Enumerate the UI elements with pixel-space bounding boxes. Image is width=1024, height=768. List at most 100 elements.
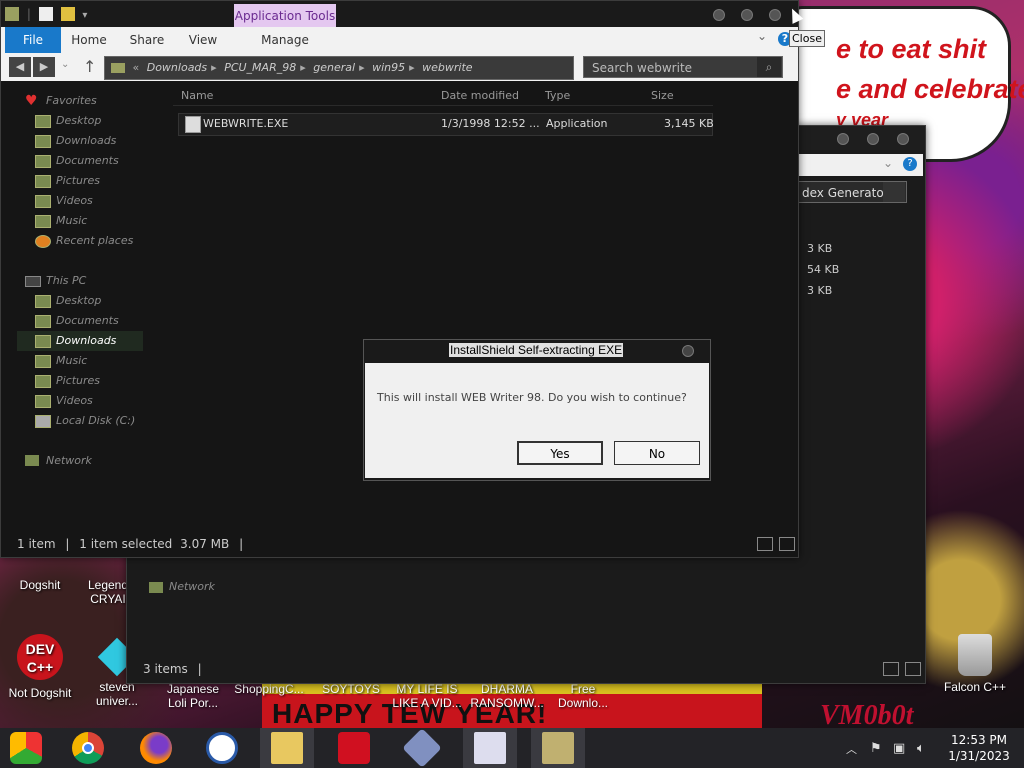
nav-this-pc[interactable]: This PC [25,271,86,291]
flag-icon[interactable]: ⚑ [870,741,882,756]
close-icon[interactable] [769,9,781,21]
large-icons-view-icon[interactable] [779,537,795,551]
up-arrow-icon[interactable]: ↑ [83,57,96,76]
chevron-down-icon[interactable]: ⌄ [757,29,767,43]
nav-pc-pictures[interactable]: Pictures [35,371,100,391]
desktop-icon-my-life[interactable]: MY LIFE IS LIKE A VID... [390,682,464,710]
firefox-icon[interactable] [140,732,172,764]
desktop-icon-not-dogshit[interactable]: DEV C++ Not Dogshit [3,634,77,700]
show-hidden-icons-icon[interactable]: ︿ [846,741,857,757]
back-arrow-icon[interactable]: ◀ [9,57,31,77]
volume-icon[interactable]: 🔈︎ [917,741,925,756]
videos-folder-icon [35,195,51,208]
nav-pc-local-disk[interactable]: Local Disk (C:) [35,411,135,431]
breadcrumb-webwrite[interactable]: webwrite [422,61,472,74]
network-icon[interactable]: ▣ [893,741,905,756]
close-icon[interactable] [682,345,694,357]
column-size[interactable]: Size [651,89,674,102]
chevron-down-icon[interactable]: ⌄ [883,156,893,170]
tab-home[interactable]: Home [67,27,111,53]
nav-fav-desktop[interactable]: Desktop [35,111,101,131]
file-name: WEBWRITE.EXE [203,117,289,130]
obama-icon[interactable] [206,732,238,764]
details-view-icon[interactable] [757,537,773,551]
nav-pc-downloads[interactable]: Downloads [17,331,143,351]
nav-fav-recent-places[interactable]: Recent places [35,231,133,251]
tab-manage[interactable]: Manage [234,27,336,53]
nav-fav-videos[interactable]: Videos [35,191,93,211]
back-nav-network[interactable]: Network [149,580,215,593]
column-type[interactable]: Type [545,89,570,102]
file-explorer-icon[interactable] [271,732,303,764]
dialog-body: This will install WEB Writer 98. Do you … [365,363,709,478]
nav-pc-videos[interactable]: Videos [35,391,93,411]
desktop-icon-dogshit[interactable]: Dogshit [3,578,77,592]
no-button[interactable]: No [614,441,700,465]
installer-icon[interactable] [542,732,574,764]
back-address-bar[interactable]: ⌄ ? [787,154,923,176]
close-icon[interactable] [897,133,909,145]
tab-share[interactable]: Share [125,27,169,53]
nav-fav-documents[interactable]: Documents [35,151,119,171]
pictures-folder-icon [35,175,51,188]
desktop-icon-soytoys[interactable]: SOYTOYS [314,682,388,696]
recent-locations-icon[interactable]: ⌄ [61,59,69,70]
back-view-icons[interactable] [877,662,921,679]
nav-network[interactable]: Network [25,451,92,471]
dialog-titlebar[interactable]: InstallShield Self-extracting EXE [364,340,710,362]
downloads-folder-icon [35,335,51,348]
desktop-icon-japanese[interactable]: Japanese Loli Por... [156,682,230,710]
nav-fav-pictures[interactable]: Pictures [35,171,100,191]
properties-icon[interactable] [38,7,53,21]
maximize-icon[interactable] [867,133,879,145]
desktop-icon-free-download[interactable]: Free Downlo... [546,682,620,710]
installshield-dialog[interactable]: InstallShield Self-extracting EXE This w… [363,339,711,481]
window-icon [5,7,19,21]
minimize-icon[interactable] [713,9,725,21]
breadcrumb-win95[interactable]: win95 [372,61,405,74]
details-view-icon[interactable] [883,662,899,676]
yes-button[interactable]: Yes [517,441,603,465]
nav-pc-music[interactable]: Music [35,351,87,371]
address-bar[interactable]: « Downloads ▸ PCU_MAR_98 ▸ general ▸ win95 ▸… [104,56,574,80]
file-row[interactable]: WEBWRITE.EXE 1/3/1998 12:52 ... Applicat… [178,113,714,136]
forward-arrow-icon[interactable]: ▶ [33,57,55,77]
explorer-titlebar[interactable]: | ▾ Application Tools [1,1,798,28]
nav-favorites[interactable]: ♥ Favorites [25,91,97,111]
tab-file[interactable]: File [5,27,61,53]
new-folder-icon[interactable] [60,7,75,21]
desktop-icon-recycle-bin[interactable]: Falcon C++ [938,634,1012,694]
nav-fav-music[interactable]: Music [35,211,87,231]
nav-fav-downloads[interactable]: Downloads [35,131,116,151]
breadcrumb-general[interactable]: general [313,61,355,74]
search-input[interactable]: Search webwrite [583,56,783,78]
column-date-modified[interactable]: Date modified [441,89,519,102]
clock[interactable]: 12:53 PM 1/31/2023 [940,732,1018,764]
chrome-remote-icon[interactable] [10,732,42,764]
minimize-icon[interactable] [837,133,849,145]
nav-pc-desktop[interactable]: Desktop [35,291,101,311]
column-headers: Name Date modified Type Size [173,87,713,106]
search-icon[interactable]: ⌕ [757,57,781,77]
large-icons-view-icon[interactable] [905,662,921,676]
chrome-icon[interactable] [72,732,104,764]
search-icon[interactable] [883,182,905,202]
diamond-app-icon[interactable] [402,728,442,768]
music-folder-icon [35,215,51,228]
tab-view[interactable]: View [183,27,223,53]
file-date: 1/3/1998 12:52 ... [441,117,540,130]
nav-pc-documents[interactable]: Documents [35,311,119,331]
status-bar: 1 item | 1 item selected 3.07 MB | [17,537,244,551]
maximize-icon[interactable] [741,9,753,21]
word-doc-icon[interactable] [474,732,506,764]
dialog-message: This will install WEB Writer 98. Do you … [377,391,687,404]
column-name[interactable]: Name [181,89,213,102]
chevron-down-icon[interactable]: ▾ [82,10,87,21]
red-app-icon[interactable] [338,732,370,764]
desktop-icon-shopping[interactable]: ShoppingC... [232,682,306,696]
desktop-icon-dharma[interactable]: DHARMA RANSOMW... [470,682,544,710]
breadcrumb-pcu-mar-98[interactable]: PCU_MAR_98 [224,61,296,74]
help-icon[interactable]: ? [903,157,917,171]
breadcrumb-downloads[interactable]: Downloads [147,61,207,74]
tab-application-tools[interactable]: Application Tools [234,4,336,28]
